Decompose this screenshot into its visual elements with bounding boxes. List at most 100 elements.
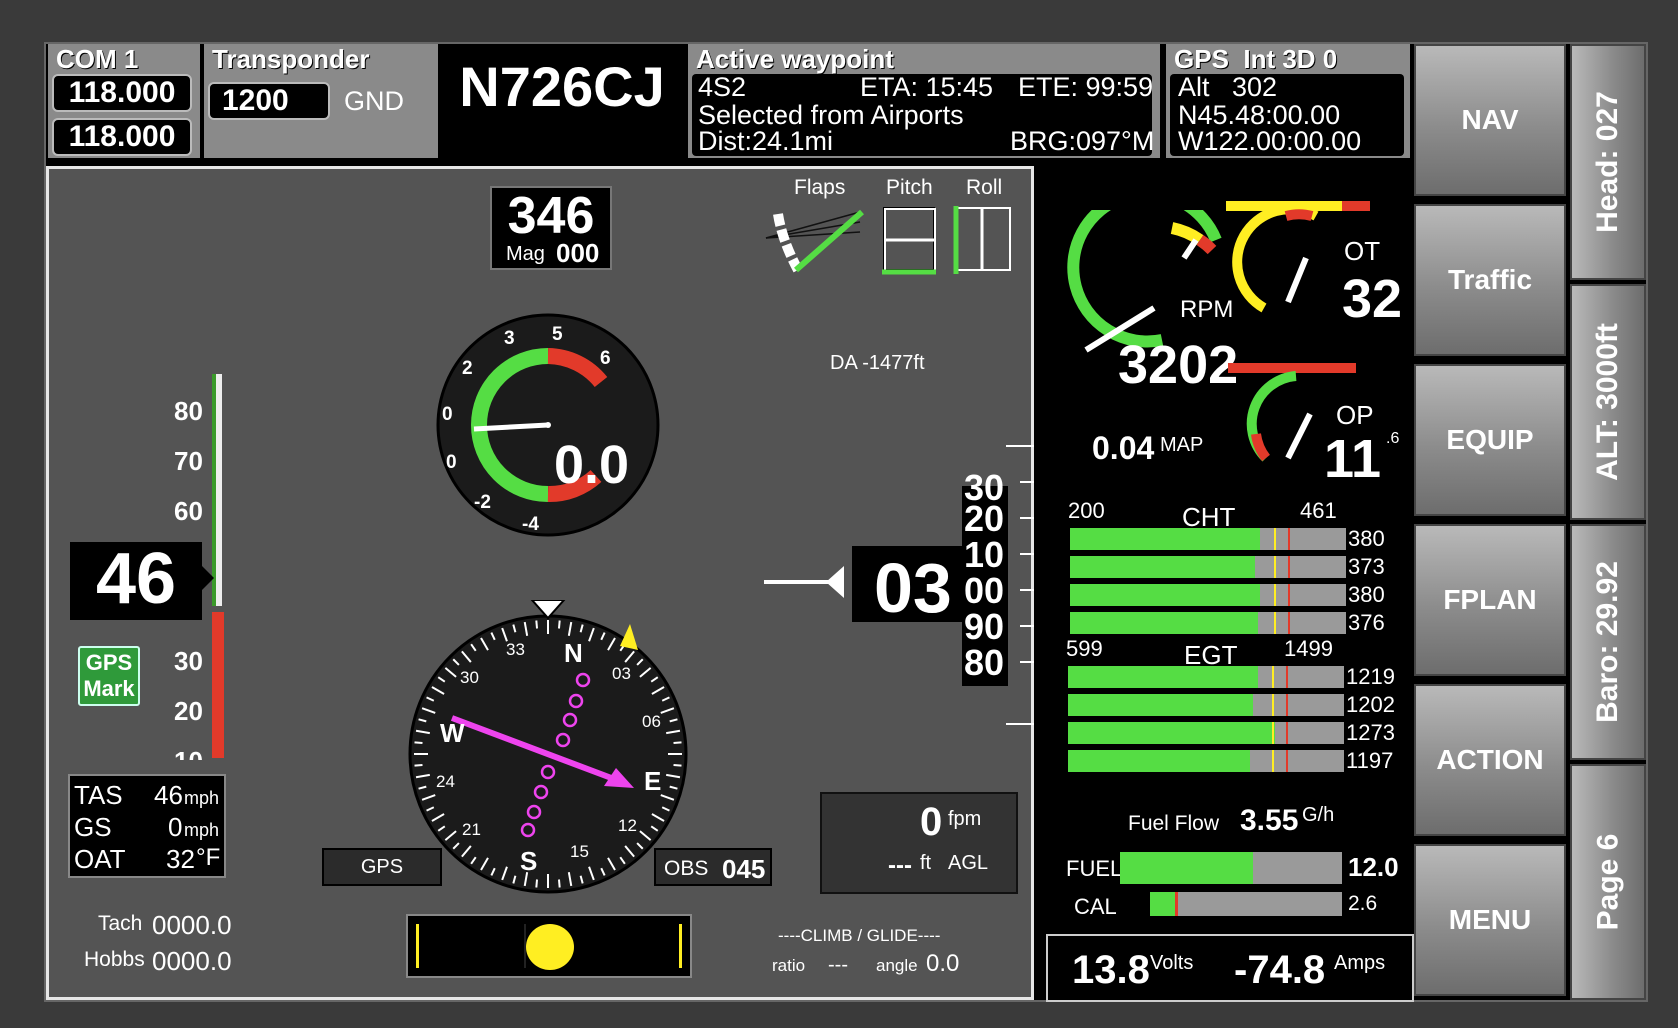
- gps-status-label: GPS Int 3D 0: [1174, 44, 1338, 74]
- airspeed-tape-red: [212, 612, 224, 758]
- gs-label: GS: [74, 812, 112, 842]
- action-button[interactable]: ACTION: [1414, 684, 1566, 836]
- page-tab[interactable]: Page 6: [1570, 764, 1646, 1000]
- egt-value-1: 1219: [1346, 664, 1395, 689]
- compass-15: 15: [570, 842, 589, 861]
- agl-label: AGL: [948, 852, 989, 874]
- airspeed-tape-white: [216, 374, 222, 606]
- fuel-label: FUEL: [1066, 856, 1123, 881]
- menu-button[interactable]: MENU: [1414, 844, 1566, 996]
- agl-unit: ft: [920, 852, 932, 874]
- altitude-bug-label: ALT: 3000ft: [1591, 323, 1624, 481]
- vsi-tick-0a: 0: [442, 404, 453, 425]
- cht-bar-fill-2: [1070, 556, 1255, 578]
- vsi-tick-6: 6: [600, 348, 611, 369]
- waypoint-label: Active waypoint: [696, 44, 894, 74]
- egt-redline-marker-4: [1286, 750, 1289, 772]
- gps-status-panel[interactable]: GPS Int 3D 0 Alt 302 N45.48:00.00 W122.0…: [1166, 44, 1410, 158]
- gps-mark-button[interactable]: GPS Mark: [78, 646, 140, 706]
- egt-value-2: 1202: [1346, 692, 1395, 717]
- heading-mag-label: Mag: [506, 243, 545, 265]
- waypoint-id: 4S2: [698, 72, 747, 102]
- altitude-readout-box: 03: [852, 546, 962, 622]
- equip-button[interactable]: EQUIP: [1414, 364, 1566, 516]
- hobbs-label: Hobbs: [84, 948, 145, 971]
- transponder-code[interactable]: 1200: [208, 82, 330, 120]
- gps-mark-line2: Mark: [83, 676, 135, 701]
- cht-max: 461: [1300, 498, 1337, 523]
- slip-ball-icon: [526, 924, 574, 970]
- cht-bar-fill-4: [1070, 612, 1258, 634]
- oil-pressure-needle: [1285, 412, 1313, 460]
- traffic-button[interactable]: Traffic: [1414, 204, 1566, 356]
- waypoint-ete: ETE: 99:59: [1018, 72, 1154, 102]
- com1-panel[interactable]: COM 1 118.000 118.000: [48, 44, 200, 158]
- cal-label: CAL: [1074, 894, 1117, 919]
- egt-value-3: 1273: [1346, 720, 1395, 745]
- roll-trim-icon: [953, 206, 1011, 274]
- airspeed-pointer-icon: [202, 566, 214, 590]
- fplan-button[interactable]: FPLAN: [1414, 524, 1566, 676]
- altitude-tick-80: 80: [964, 642, 1005, 683]
- tas-value: 46: [154, 780, 183, 810]
- volts-value: 13.8: [1072, 948, 1150, 992]
- egt-limit-marker-1: [1272, 666, 1275, 688]
- cht-redline-marker-3: [1288, 584, 1291, 606]
- altitude-tape-ticks: [1006, 445, 1034, 725]
- cht-limit-marker-4: [1274, 612, 1277, 634]
- tach-value: 0000.0: [152, 910, 232, 940]
- ratio-value: ---: [828, 954, 848, 976]
- egt-limit-marker-2: [1272, 694, 1275, 716]
- altitude-bug-tip-icon: [826, 566, 844, 598]
- obs-label: OBS: [664, 857, 709, 880]
- com1-standby-frequency[interactable]: 118.000: [52, 118, 192, 156]
- egt-bar-3: [1068, 722, 1344, 744]
- page-label: Page 6: [1591, 833, 1625, 931]
- baro-setting-tab[interactable]: Baro: 29.92: [1570, 524, 1646, 760]
- waypoint-eta: ETA: 15:45: [860, 72, 994, 102]
- nav-source-button[interactable]: GPS: [322, 848, 442, 886]
- oil-temp-label: OT: [1344, 236, 1381, 266]
- agl-value: ---: [888, 852, 912, 879]
- vsi-tick-2: 2: [462, 358, 473, 379]
- heading-bug-tab[interactable]: Head: 027: [1570, 44, 1646, 280]
- gps-longitude: W122.00:00.00: [1178, 126, 1362, 156]
- fuel-flow-label: Fuel Flow: [1128, 812, 1220, 835]
- gs-unit: mph: [184, 820, 220, 840]
- nav-button[interactable]: NAV: [1414, 44, 1566, 196]
- baro-setting-label: Baro: 29.92: [1591, 561, 1624, 723]
- egt-redline-marker-2: [1286, 694, 1289, 716]
- gs-value: 0: [168, 812, 183, 842]
- vsi-tick-0b: 0: [446, 452, 457, 473]
- com1-active-frequency[interactable]: 118.000: [52, 74, 192, 112]
- compass-33: 33: [506, 640, 525, 659]
- egt-redline-marker-1: [1286, 666, 1289, 688]
- compass-21: 21: [462, 820, 481, 839]
- cht-min: 200: [1068, 498, 1105, 523]
- transponder-mode[interactable]: GND: [344, 86, 404, 117]
- obs-button[interactable]: OBS 045: [654, 848, 772, 886]
- heading-mag-value: 000: [556, 238, 600, 268]
- amps-unit: Amps: [1334, 952, 1386, 974]
- active-waypoint-panel[interactable]: Active waypoint 4S2 ETA: 15:45 ETE: 99:5…: [688, 44, 1160, 158]
- manifold-pressure-value: 0.04: [1092, 430, 1155, 466]
- egt-bar-1: [1068, 666, 1344, 688]
- altitude-bug-tab[interactable]: ALT: 3000ft: [1570, 284, 1646, 520]
- egt-bar-fill-2: [1068, 694, 1253, 716]
- vsi-tick-5: 5: [552, 324, 563, 345]
- gps-altitude: Alt 302: [1178, 72, 1278, 102]
- vsi-tick-neg2: -2: [474, 492, 491, 513]
- vsi-value: 0.0: [554, 435, 630, 495]
- transponder-panel[interactable]: Transponder 1200 GND: [204, 44, 438, 158]
- fuel-flow-value: 3.55: [1240, 804, 1299, 837]
- oat-unit: °F: [196, 844, 221, 871]
- angle-label: angle: [876, 956, 918, 975]
- cht-bar-fill-1: [1070, 528, 1261, 550]
- oil-pressure-value: 11: [1324, 429, 1382, 489]
- hobbs-value: 0000.0: [152, 946, 232, 976]
- cht-value-1: 380: [1348, 526, 1385, 551]
- airspeed-tick-60: 60: [174, 496, 203, 526]
- climb-glide-label: ----CLIMB / GLIDE----: [778, 926, 941, 945]
- density-altitude: DA -1477ft: [830, 352, 925, 374]
- compass-s: S: [520, 846, 538, 876]
